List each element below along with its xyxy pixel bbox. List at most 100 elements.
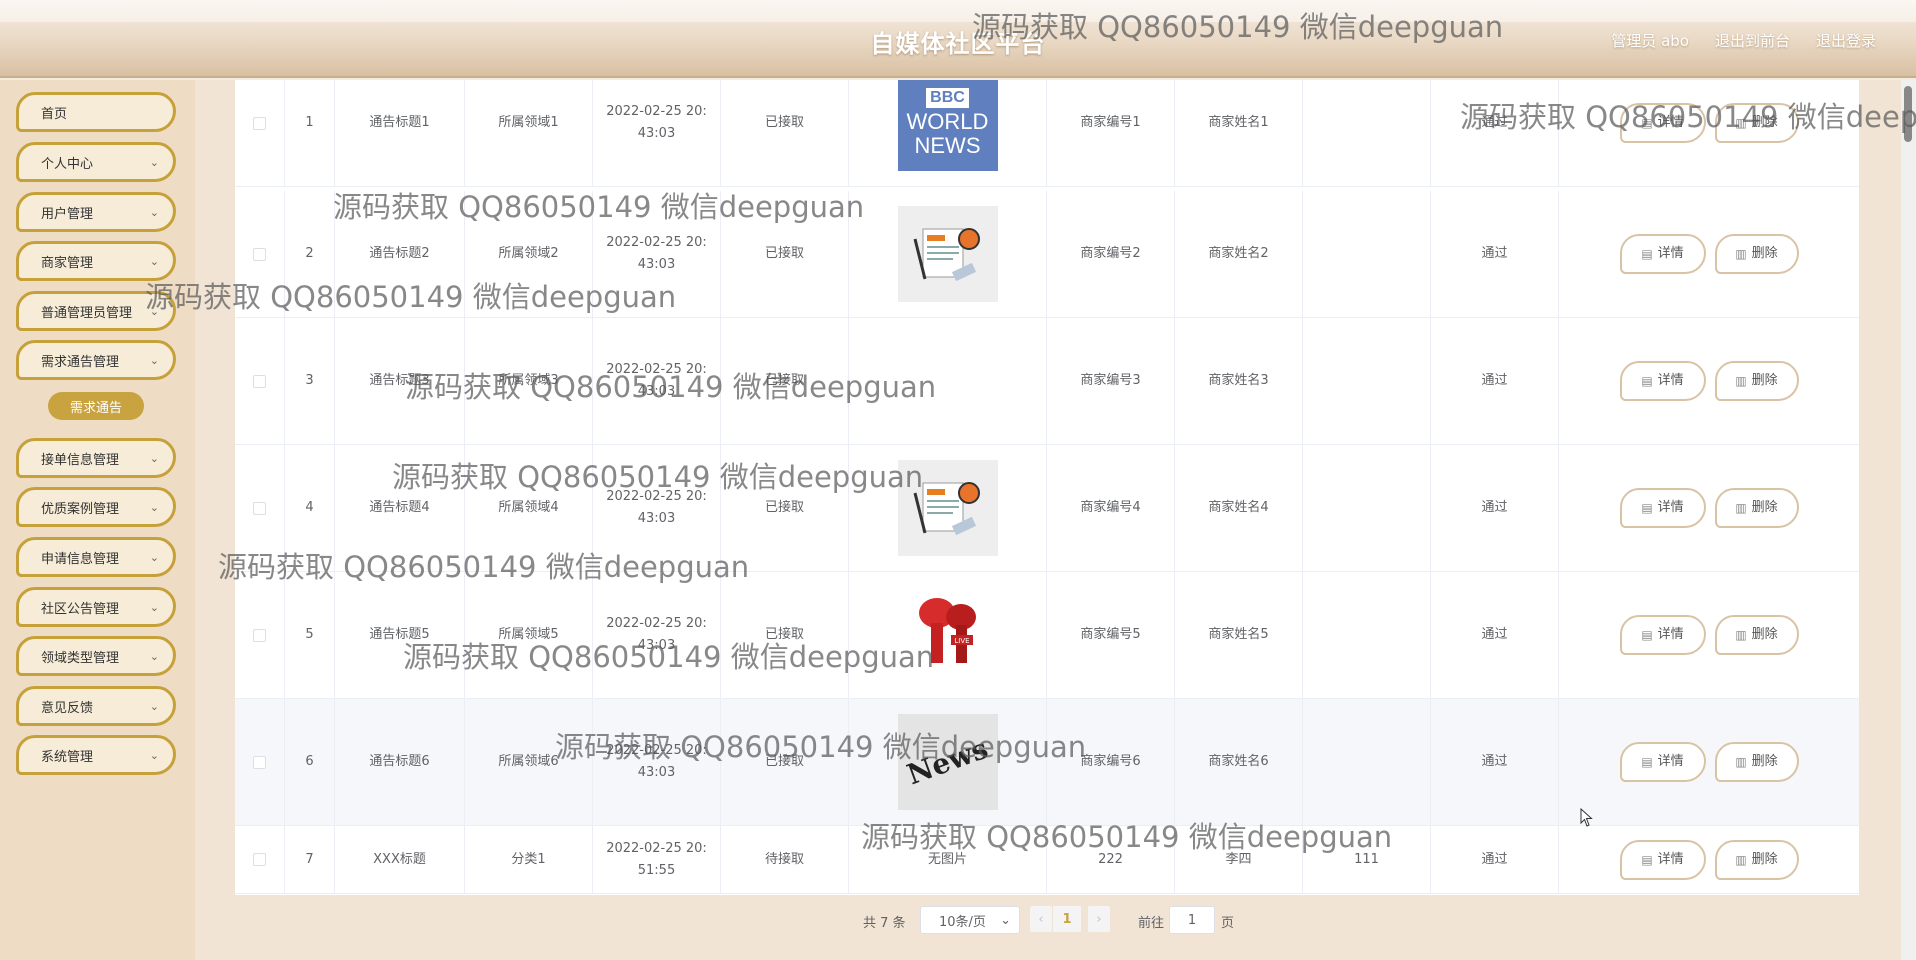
sidebar-item[interactable]: 商家管理 ⌄ bbox=[16, 241, 176, 281]
header-actions: 管理员 abo 退出到前台 退出登录 bbox=[1611, 30, 1876, 51]
row-checkbox[interactable] bbox=[253, 853, 266, 866]
datetime-wrap: 2022-02-25 20: 43:03 bbox=[606, 359, 707, 403]
sidebar-item[interactable]: 意见反馈 ⌄ bbox=[16, 686, 176, 726]
cell-checkbox bbox=[235, 318, 285, 444]
sidebar-item[interactable]: 系统管理 ⌄ bbox=[16, 735, 176, 775]
next-page-button[interactable]: › bbox=[1088, 906, 1110, 932]
datetime-wrap: 2022-02-25 20: 43:03 bbox=[606, 232, 707, 276]
detail-button[interactable]: ▤ 详情 bbox=[1619, 103, 1706, 143]
time-text: 43:03 bbox=[637, 126, 676, 141]
detail-button[interactable]: ▤ 详情 bbox=[1619, 742, 1706, 782]
document-icon: ▤ bbox=[1641, 852, 1653, 867]
goto-page-input[interactable] bbox=[1169, 906, 1215, 934]
detail-button[interactable]: ▤ 详情 bbox=[1619, 488, 1706, 528]
sidebar-item[interactable]: 社区公告管理 ⌄ bbox=[16, 587, 176, 627]
page-scrollbar[interactable] bbox=[1901, 80, 1916, 960]
sidebar-item[interactable]: 个人中心 ⌄ bbox=[16, 142, 176, 182]
detail-button[interactable]: ▤ 详情 bbox=[1619, 361, 1706, 401]
cell-date: 2022-02-25 20: 43:03 bbox=[593, 572, 721, 698]
sidebar-item[interactable]: 接单信息管理 ⌄ bbox=[16, 438, 176, 478]
cell-audit-text: 通过 bbox=[1481, 500, 1508, 515]
cell-merchant-no-text: 商家编号4 bbox=[1080, 500, 1141, 515]
logout-link[interactable]: 退出登录 bbox=[1816, 30, 1876, 51]
row-checkbox[interactable] bbox=[253, 247, 266, 261]
cell-extra bbox=[1303, 318, 1431, 444]
admin-user-label[interactable]: 管理员 abo bbox=[1611, 30, 1689, 51]
cell-title: 通告标题6 bbox=[335, 699, 465, 825]
delete-button[interactable]: ▥ 删除 bbox=[1714, 361, 1799, 401]
cell-audit: 通过 bbox=[1431, 826, 1559, 893]
cell-merchant-no: 商家编号1 bbox=[1047, 80, 1175, 186]
cell-extra bbox=[1303, 699, 1431, 825]
cell-actions: ▤ 详情 ▥ 删除 bbox=[1559, 826, 1859, 893]
sidebar-item[interactable]: 领域类型管理 ⌄ bbox=[16, 636, 176, 676]
cell-field: 分类1 bbox=[465, 826, 593, 893]
cell-merchant-name: 商家姓名3 bbox=[1175, 318, 1303, 444]
delete-button[interactable]: ▥ 删除 bbox=[1714, 839, 1799, 880]
delete-button[interactable]: ▥ 删除 bbox=[1714, 103, 1799, 143]
sidebar-item[interactable]: 申请信息管理 ⌄ bbox=[16, 537, 176, 577]
chevron-down-icon: ⌄ bbox=[149, 353, 159, 367]
row-checkbox[interactable] bbox=[253, 116, 266, 130]
exit-to-frontend-link[interactable]: 退出到前台 bbox=[1715, 30, 1790, 51]
trash-icon: ▥ bbox=[1735, 247, 1747, 261]
delete-button-label: 删除 bbox=[1751, 246, 1778, 261]
sidebar-item-label: 系统管理 bbox=[41, 749, 94, 765]
cell-checkbox bbox=[235, 191, 285, 317]
table-row: 7 XXX标题 分类1 2022-02-25 20: 51:55 待接取 无图片 222 李四 1… bbox=[235, 826, 1859, 894]
detail-button[interactable]: ▤ 详情 bbox=[1619, 615, 1706, 655]
cell-merchant-name-text: 商家姓名6 bbox=[1208, 754, 1269, 769]
delete-button-label: 删除 bbox=[1751, 627, 1778, 642]
sidebar-item[interactable]: 首页 bbox=[16, 92, 176, 132]
delete-button[interactable]: ▥ 删除 bbox=[1714, 615, 1799, 655]
cell-merchant-no: 商家编号2 bbox=[1047, 191, 1175, 317]
scrollbar-thumb[interactable] bbox=[1904, 86, 1912, 142]
delete-button[interactable]: ▥ 删除 bbox=[1714, 488, 1799, 528]
row-checkbox[interactable] bbox=[253, 374, 266, 388]
row-checkbox[interactable] bbox=[253, 628, 266, 642]
cell-image: LIVE bbox=[849, 572, 1047, 698]
prev-page-button[interactable]: ‹ bbox=[1030, 906, 1052, 932]
cell-merchant-name: 李四 bbox=[1175, 826, 1303, 893]
cell-field-text: 所属领域1 bbox=[498, 115, 559, 130]
thumbnail-bbc-world-news: BBC WORLD NEWS bbox=[897, 80, 998, 171]
sidebar-item-label: 申请信息管理 bbox=[41, 551, 120, 567]
cell-merchant-no: 商家编号4 bbox=[1047, 445, 1175, 571]
datetime-wrap: 2022-02-25 20: 43:03 bbox=[606, 101, 707, 145]
row-checkbox[interactable] bbox=[253, 755, 266, 769]
cell-status-text: 待接取 bbox=[764, 851, 804, 867]
current-page-number[interactable]: 1 bbox=[1053, 906, 1081, 932]
sidebar-item[interactable]: 优质案例管理 ⌄ bbox=[16, 487, 176, 527]
cell-checkbox bbox=[235, 572, 285, 698]
cell-status: 已接取 bbox=[721, 572, 849, 698]
cell-audit: 通过 bbox=[1431, 572, 1559, 698]
cell-field-text: 分类1 bbox=[511, 851, 546, 867]
datetime-wrap: 2022-02-25 20: 51:55 bbox=[606, 838, 707, 882]
delete-button[interactable]: ▥ 删除 bbox=[1714, 234, 1799, 274]
datetime-wrap: 2022-02-25 20: 43:03 bbox=[606, 486, 707, 530]
sidebar-item[interactable]: 用户管理 ⌄ bbox=[16, 192, 176, 232]
cell-audit-text: 通过 bbox=[1481, 373, 1508, 388]
sidebar-item[interactable]: 普通管理员管理 ⌄ bbox=[16, 291, 176, 331]
sidebar-item-label: 商家管理 bbox=[41, 255, 94, 271]
detail-button-label: 详情 bbox=[1657, 373, 1684, 388]
cell-image bbox=[849, 318, 1047, 444]
detail-button[interactable]: ▤ 详情 bbox=[1619, 839, 1706, 880]
cell-merchant-no-text: 商家编号2 bbox=[1080, 246, 1141, 261]
cell-audit: 通过 bbox=[1431, 318, 1559, 444]
page-size-value: 10条/页 bbox=[939, 914, 986, 930]
delete-button[interactable]: ▥ 删除 bbox=[1714, 742, 1799, 782]
chevron-down-icon: ⌄ bbox=[149, 451, 159, 465]
cell-actions: ▤ 详情 ▥ 删除 bbox=[1559, 318, 1859, 444]
sidebar-item-label: 社区公告管理 bbox=[41, 601, 120, 617]
sidebar-subitem-active[interactable]: 需求通告 bbox=[48, 392, 144, 420]
document-icon: ▤ bbox=[1641, 628, 1653, 642]
sidebar-item[interactable]: 需求通告管理 ⌄ bbox=[16, 340, 176, 380]
detail-button[interactable]: ▤ 详情 bbox=[1619, 234, 1706, 274]
thumb-newspaper-text: News bbox=[902, 731, 993, 792]
row-checkbox[interactable] bbox=[253, 501, 266, 515]
detail-button-label: 详情 bbox=[1657, 115, 1684, 130]
page-size-select[interactable]: 10条/页 ⌄ bbox=[920, 906, 1020, 934]
cell-image bbox=[849, 191, 1047, 317]
cell-title-text: XXX标题 bbox=[373, 851, 426, 867]
